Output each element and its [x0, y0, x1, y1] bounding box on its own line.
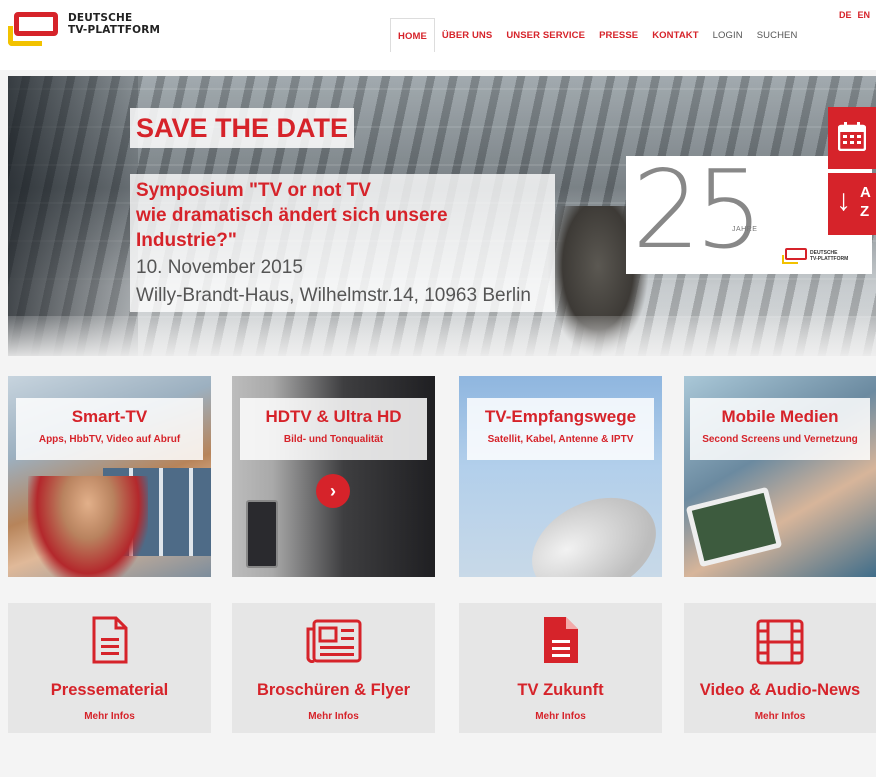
- document-icon: [92, 616, 127, 664]
- card-pressematerial[interactable]: Pressematerial Mehr Infos: [8, 603, 211, 733]
- calendar-button[interactable]: [828, 107, 876, 169]
- az-index-button[interactable]: ↓ A Z: [828, 173, 876, 235]
- site-logo[interactable]: DEUTSCHE TV-PLATTFORM: [8, 10, 168, 50]
- az-letter-a: A: [860, 184, 871, 201]
- language-switch: DE EN: [839, 10, 870, 20]
- card-video-audio-news[interactable]: Video & Audio-News Mehr Infos: [684, 603, 876, 733]
- page-footer-strip: [0, 756, 876, 777]
- nav-ueber-uns[interactable]: ÜBER UNS: [435, 18, 499, 52]
- nav-login[interactable]: LOGIN: [706, 18, 750, 52]
- symposium-line2: wie dramatisch ändert sich unsere Indust…: [136, 205, 448, 251]
- tile-title: Mobile Medien: [721, 407, 839, 426]
- hero-floor: [8, 316, 876, 356]
- card-title: TV Zukunft: [517, 681, 604, 699]
- hero-shadow: [8, 76, 138, 356]
- logo-line1: DEUTSCHE: [68, 12, 133, 24]
- tile-mobile-medien[interactable]: Mobile Medien Second Screens und Vernetz…: [684, 376, 876, 577]
- tile-label: TV-Empfangswege Satellit, Kabel, Antenne…: [467, 398, 654, 460]
- anniversary-number: 25: [632, 148, 763, 273]
- tile-title: TV-Empfangswege: [484, 407, 637, 426]
- anniversary-label: JAHRE: [732, 226, 758, 233]
- nav-home[interactable]: HOME: [390, 18, 435, 52]
- lang-en-link[interactable]: EN: [857, 10, 870, 20]
- film-icon: [756, 619, 804, 665]
- tile-title: Smart-TV: [71, 407, 148, 426]
- tile-title: HDTV & Ultra HD: [265, 407, 402, 426]
- mini-logo-icon: [782, 248, 808, 264]
- newspaper-icon: [306, 619, 361, 663]
- save-the-date-heading: SAVE THE DATE: [130, 108, 355, 148]
- az-letter-z: Z: [860, 203, 870, 220]
- file-icon: [543, 617, 578, 663]
- satellite-dish-image: [516, 478, 662, 577]
- calendar-icon: [838, 122, 866, 151]
- tile-label: HDTV & Ultra HD Bild- und Tonqualität: [240, 398, 427, 460]
- card-title: Video & Audio-News: [699, 681, 861, 699]
- logo-text: DEUTSCHE TV-PLATTFORM: [68, 12, 160, 36]
- mini-logo-text: DEUTSCHE TV-PLATTFORM: [810, 250, 848, 262]
- card-tv-zukunft[interactable]: TV Zukunft Mehr Infos: [459, 603, 662, 733]
- symposium-line1: Symposium "TV or not TV: [136, 180, 371, 201]
- tile-hdtv-ultra-hd[interactable]: HDTV & Ultra HD Bild- und Tonqualität ›: [232, 376, 435, 577]
- tile-label: Smart-TV Apps, HbbTV, Video auf Abruf: [16, 398, 203, 460]
- az-icon: A Z: [860, 183, 871, 221]
- more-info-link[interactable]: Mehr Infos: [684, 711, 876, 722]
- logo-mark-icon: [8, 12, 60, 46]
- card-title: Broschüren & Flyer: [256, 681, 411, 699]
- tablet-image: [685, 486, 783, 568]
- nav-kontakt[interactable]: KONTAKT: [645, 18, 705, 52]
- symposium-info: Symposium "TV or not TV wie dramatisch ä…: [130, 174, 555, 312]
- more-info-link[interactable]: Mehr Infos: [8, 711, 211, 722]
- chevron-right-icon[interactable]: ›: [316, 474, 350, 508]
- nav-presse[interactable]: PRESSE: [592, 18, 645, 52]
- card-title: Pressematerial: [50, 681, 169, 699]
- main-nav: HOME ÜBER UNS UNSER SERVICE PRESSE KONTA…: [390, 18, 805, 52]
- tile-subtitle: Satellit, Kabel, Antenne & IPTV: [487, 434, 634, 445]
- nav-unser-service[interactable]: UNSER SERVICE: [499, 18, 592, 52]
- nav-suchen[interactable]: SUCHEN: [750, 18, 805, 52]
- tile-label: Mobile Medien Second Screens und Vernetz…: [690, 398, 870, 460]
- tile-smart-tv[interactable]: Smart-TV Apps, HbbTV, Video auf Abruf: [8, 376, 211, 577]
- sort-arrow-icon: ↓: [836, 184, 851, 217]
- site-header: DEUTSCHE TV-PLATTFORM HOME ÜBER UNS UNSE…: [0, 0, 876, 70]
- tile-subtitle: Second Screens und Vernetzung: [702, 434, 858, 445]
- tile-subtitle: Bild- und Tonqualität: [283, 434, 384, 445]
- lang-de-link[interactable]: DE: [839, 10, 852, 20]
- device-image: [246, 500, 278, 568]
- people-image: [28, 476, 148, 577]
- more-info-link[interactable]: Mehr Infos: [459, 711, 662, 722]
- logo-line2: TV-PLATTFORM: [68, 24, 161, 36]
- tile-subtitle: Apps, HbbTV, Video auf Abruf: [38, 434, 181, 445]
- tile-tv-empfangswege[interactable]: TV-Empfangswege Satellit, Kabel, Antenne…: [459, 376, 662, 577]
- more-info-link[interactable]: Mehr Infos: [232, 711, 435, 722]
- mini-logo-line2: TV-PLATTFORM: [810, 256, 849, 262]
- symposium-venue: Willy-Brandt-Haus, Wilhelmstr.14, 10963 …: [136, 285, 531, 306]
- card-broschueren-flyer[interactable]: Broschüren & Flyer Mehr Infos: [232, 603, 435, 733]
- symposium-date: 10. November 2015: [136, 257, 303, 278]
